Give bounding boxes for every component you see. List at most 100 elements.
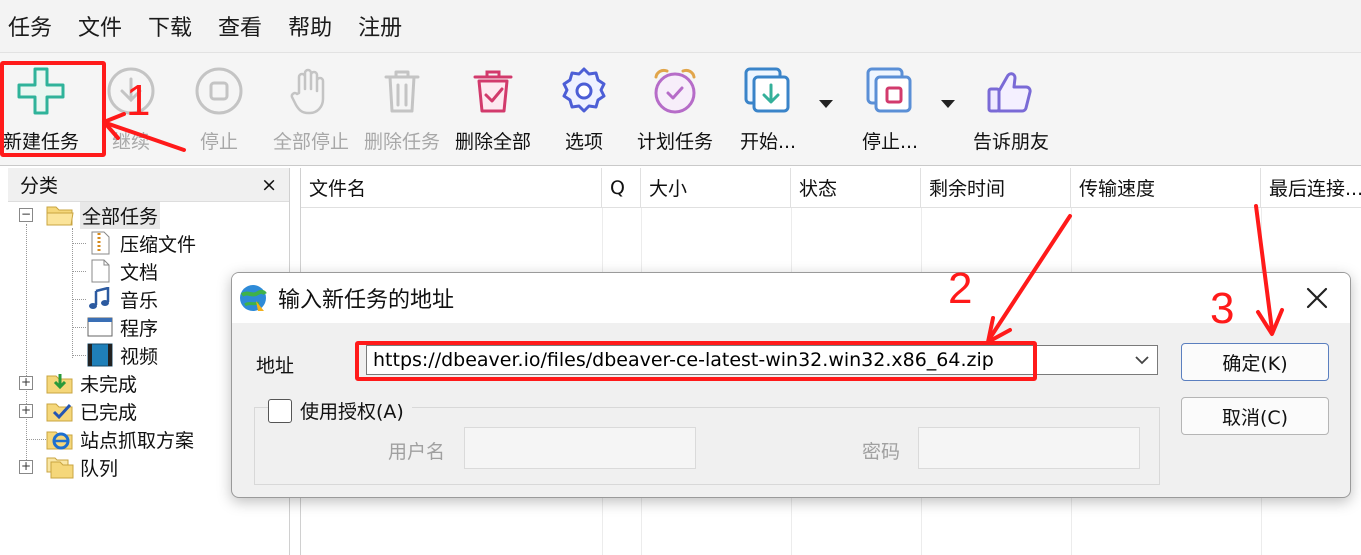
film-icon [87,343,113,367]
delete-task-button[interactable]: 删除任务 [360,63,444,159]
menu-help[interactable]: 帮助 [288,10,332,42]
tell-friend-label: 告诉朋友 [972,131,1049,153]
queue-download-icon [744,67,790,113]
username-field[interactable] [464,427,696,469]
tree-item-video-label: 视频 [120,345,159,368]
tree-item-queues-label: 队列 [80,457,119,480]
tree-item-compressed[interactable]: 压缩文件 [86,229,196,257]
dialog-title: 输入新任务的地址 [278,288,455,313]
column-header-time-left[interactable]: 剩余时间 [921,168,1071,207]
options-button[interactable]: 选项 [554,63,614,159]
annotation-number-2: 2 [948,264,973,313]
scheduler-button[interactable]: 计划任务 [632,63,718,159]
column-header-status[interactable]: 状态 [791,168,921,207]
stop-queue-button[interactable]: 停止... [856,63,924,159]
tree-item-programs-label: 程序 [120,317,159,340]
password-label: 密码 [862,441,901,463]
sidebar-header: 分类 × [8,168,289,202]
menu-bar: 任务 文件 下载 查看 帮助 注册 [0,0,1361,52]
new-task-dialog: 输入新任务的地址 地址 确定(K) 取消(C) 使用授权(A) 用户名 密码 [231,272,1351,498]
alarm-clock-icon [654,68,696,114]
sidebar-title: 分类 [20,175,59,197]
scheduler-label: 计划任务 [636,131,713,153]
document-icon [91,259,110,283]
trash-icon [384,70,420,113]
trash-check-icon [473,70,513,113]
idm-globe-icon [240,285,267,311]
tree-expand-toggle[interactable]: + [19,404,33,418]
menu-view[interactable]: 查看 [218,10,262,42]
menu-download[interactable]: 下载 [148,10,192,42]
tree-line [26,224,27,468]
stop-all-button[interactable]: 全部停止 [270,63,352,159]
ok-button[interactable]: 确定(K) [1181,343,1329,381]
tree-item-finished[interactable]: 已完成 [46,397,137,425]
tree-line [26,439,46,440]
dialog-titlebar: 输入新任务的地址 [232,273,1350,323]
tree-line [72,299,86,300]
thumbs-up-icon [987,72,1032,113]
delete-task-label: 删除任务 [363,131,440,153]
tree-item-music-label: 音乐 [120,289,159,312]
stop-label: 停止 [199,131,238,153]
stop-queue-label: 停止... [861,131,919,153]
column-header-size[interactable]: 大小 [641,168,791,207]
folder-stack-icon [46,457,74,479]
tree-item-documents[interactable]: 文档 [86,257,158,285]
stop-button[interactable]: 停止 [184,63,254,159]
tree-collapse-toggle[interactable]: − [19,208,33,222]
delete-all-button[interactable]: 删除全部 [450,63,536,159]
use-auth-label: 使用授权(A) [300,401,404,423]
annotation-number-3: 3 [1210,284,1235,333]
tell-friend-button[interactable]: 告诉朋友 [968,63,1054,159]
tree-expand-toggle[interactable]: + [19,376,33,390]
cancel-button[interactable]: 取消(C) [1181,397,1329,435]
tree-item-grabber[interactable]: 站点抓取方案 [46,425,194,453]
zip-file-icon [91,231,110,255]
tree-item-unfinished[interactable]: 未完成 [46,369,137,397]
use-auth-option[interactable]: 使用授权(A) [268,397,412,424]
stop-all-label: 全部停止 [272,131,349,153]
close-icon[interactable] [1302,283,1332,313]
column-header-last-connection[interactable]: 最后连接... [1261,168,1361,207]
tree-item-grabber-label: 站点抓取方案 [80,429,195,452]
column-header-q[interactable]: Q [602,168,641,207]
annotation-box-url [355,341,1037,381]
internet-explorer-icon [46,431,73,450]
gear-icon [562,67,606,113]
stop-circle-icon [195,67,243,115]
username-label: 用户名 [388,441,446,463]
tree-line [72,271,86,272]
tree-line [72,228,73,358]
menu-register[interactable]: 注册 [358,10,402,42]
start-queue-label: 开始... [739,131,797,153]
column-header-filename[interactable]: 文件名 [301,168,602,207]
start-queue-dropdown-icon[interactable] [818,98,834,110]
tree-item-programs[interactable]: 程序 [86,313,158,341]
menu-task[interactable]: 任务 [8,10,52,42]
tree-item-video[interactable]: 视频 [86,341,158,369]
options-label: 选项 [564,131,603,153]
tree-item-finished-label: 已完成 [80,401,138,424]
start-queue-button[interactable]: 开始... [734,63,802,159]
column-header-speed[interactable]: 传输速度 [1071,168,1261,207]
chevron-down-icon[interactable] [1132,353,1152,367]
queue-stop-icon [866,67,912,113]
tree-item-all[interactable]: 全部任务 [46,201,161,229]
tree-expand-toggle[interactable]: + [19,460,33,474]
tree-item-music[interactable]: 音乐 [86,285,158,313]
tree-item-queues[interactable]: 队列 [46,453,118,481]
address-label: 地址 [256,355,295,377]
tree-line [72,243,86,244]
program-window-icon [87,317,113,337]
tree-line [72,355,86,356]
open-folder-icon [46,206,74,226]
tree-item-documents-label: 文档 [120,261,159,284]
sidebar-close-icon[interactable]: × [261,174,277,196]
stop-queue-dropdown-icon[interactable] [940,98,956,110]
folder-download-icon [46,374,73,394]
use-auth-checkbox[interactable] [268,398,292,423]
password-field[interactable] [918,427,1140,469]
menu-file[interactable]: 文件 [78,10,122,42]
music-note-icon [89,287,110,309]
